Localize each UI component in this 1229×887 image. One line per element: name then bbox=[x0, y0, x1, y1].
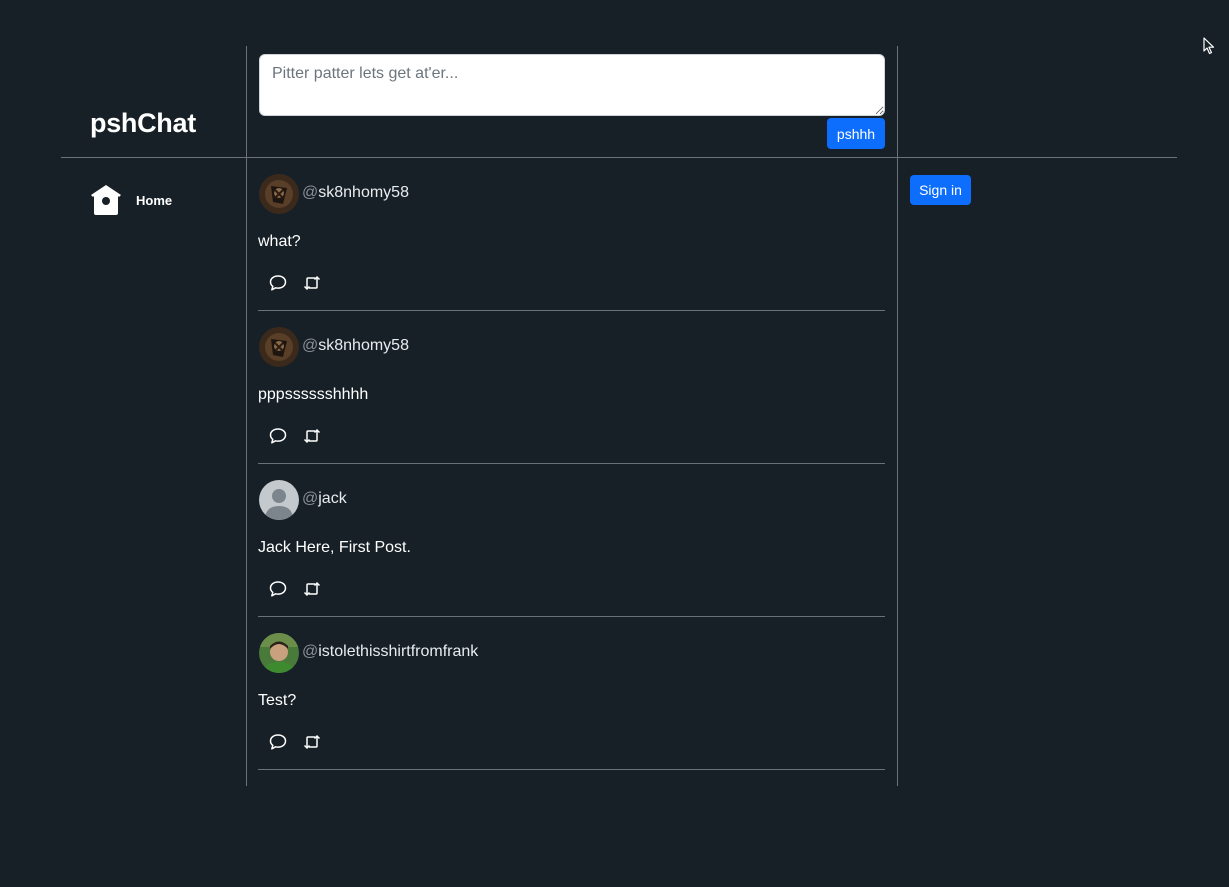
sign-in-button[interactable]: Sign in bbox=[910, 175, 971, 205]
repost-icon[interactable] bbox=[302, 732, 322, 752]
app-root: pshChat Home pshhh Sign in @s bbox=[0, 0, 1229, 887]
sidebar-item-label: Home bbox=[136, 192, 173, 208]
post-item: @sk8nhomy58 pppsssssshhhh bbox=[258, 311, 885, 464]
reply-icon[interactable] bbox=[268, 732, 288, 752]
post-actions bbox=[268, 273, 322, 293]
post-content: Test? bbox=[258, 692, 297, 709]
sidebar-item-home[interactable]: Home bbox=[90, 184, 172, 216]
repost-icon[interactable] bbox=[302, 579, 322, 599]
post-item: @sk8nhomy58 what? bbox=[258, 158, 885, 311]
post-author[interactable]: @sk8nhomy58 bbox=[302, 337, 409, 355]
avatar[interactable] bbox=[259, 327, 299, 367]
app-title: pshChat bbox=[90, 108, 196, 138]
mouse-cursor-icon bbox=[1203, 37, 1215, 60]
post-content: Jack Here, First Post. bbox=[258, 539, 411, 556]
avatar[interactable] bbox=[259, 480, 299, 520]
post-composer-input[interactable] bbox=[259, 54, 885, 116]
post-actions bbox=[268, 579, 322, 599]
repost-icon[interactable] bbox=[302, 426, 322, 446]
avatar[interactable] bbox=[259, 633, 299, 673]
reply-icon[interactable] bbox=[268, 273, 288, 293]
home-icon bbox=[90, 184, 122, 216]
post-content: what? bbox=[258, 233, 301, 250]
post-author[interactable]: @sk8nhomy58 bbox=[302, 184, 409, 202]
post-item: @istolethisshirtfromfrank Test? bbox=[258, 617, 885, 770]
post-content: pppsssssshhhh bbox=[258, 386, 369, 403]
post-actions bbox=[268, 732, 322, 752]
repost-icon[interactable] bbox=[302, 273, 322, 293]
post-button[interactable]: pshhh bbox=[827, 118, 885, 149]
post-feed: @sk8nhomy58 what? @sk8nhomy58 pppssssssh… bbox=[258, 158, 885, 770]
post-actions bbox=[268, 426, 322, 446]
post-author[interactable]: @jack bbox=[302, 490, 347, 508]
reply-icon[interactable] bbox=[268, 579, 288, 599]
post-author[interactable]: @istolethisshirtfromfrank bbox=[302, 643, 478, 661]
reply-icon[interactable] bbox=[268, 426, 288, 446]
post-item: @jack Jack Here, First Post. bbox=[258, 464, 885, 617]
avatar[interactable] bbox=[259, 174, 299, 214]
